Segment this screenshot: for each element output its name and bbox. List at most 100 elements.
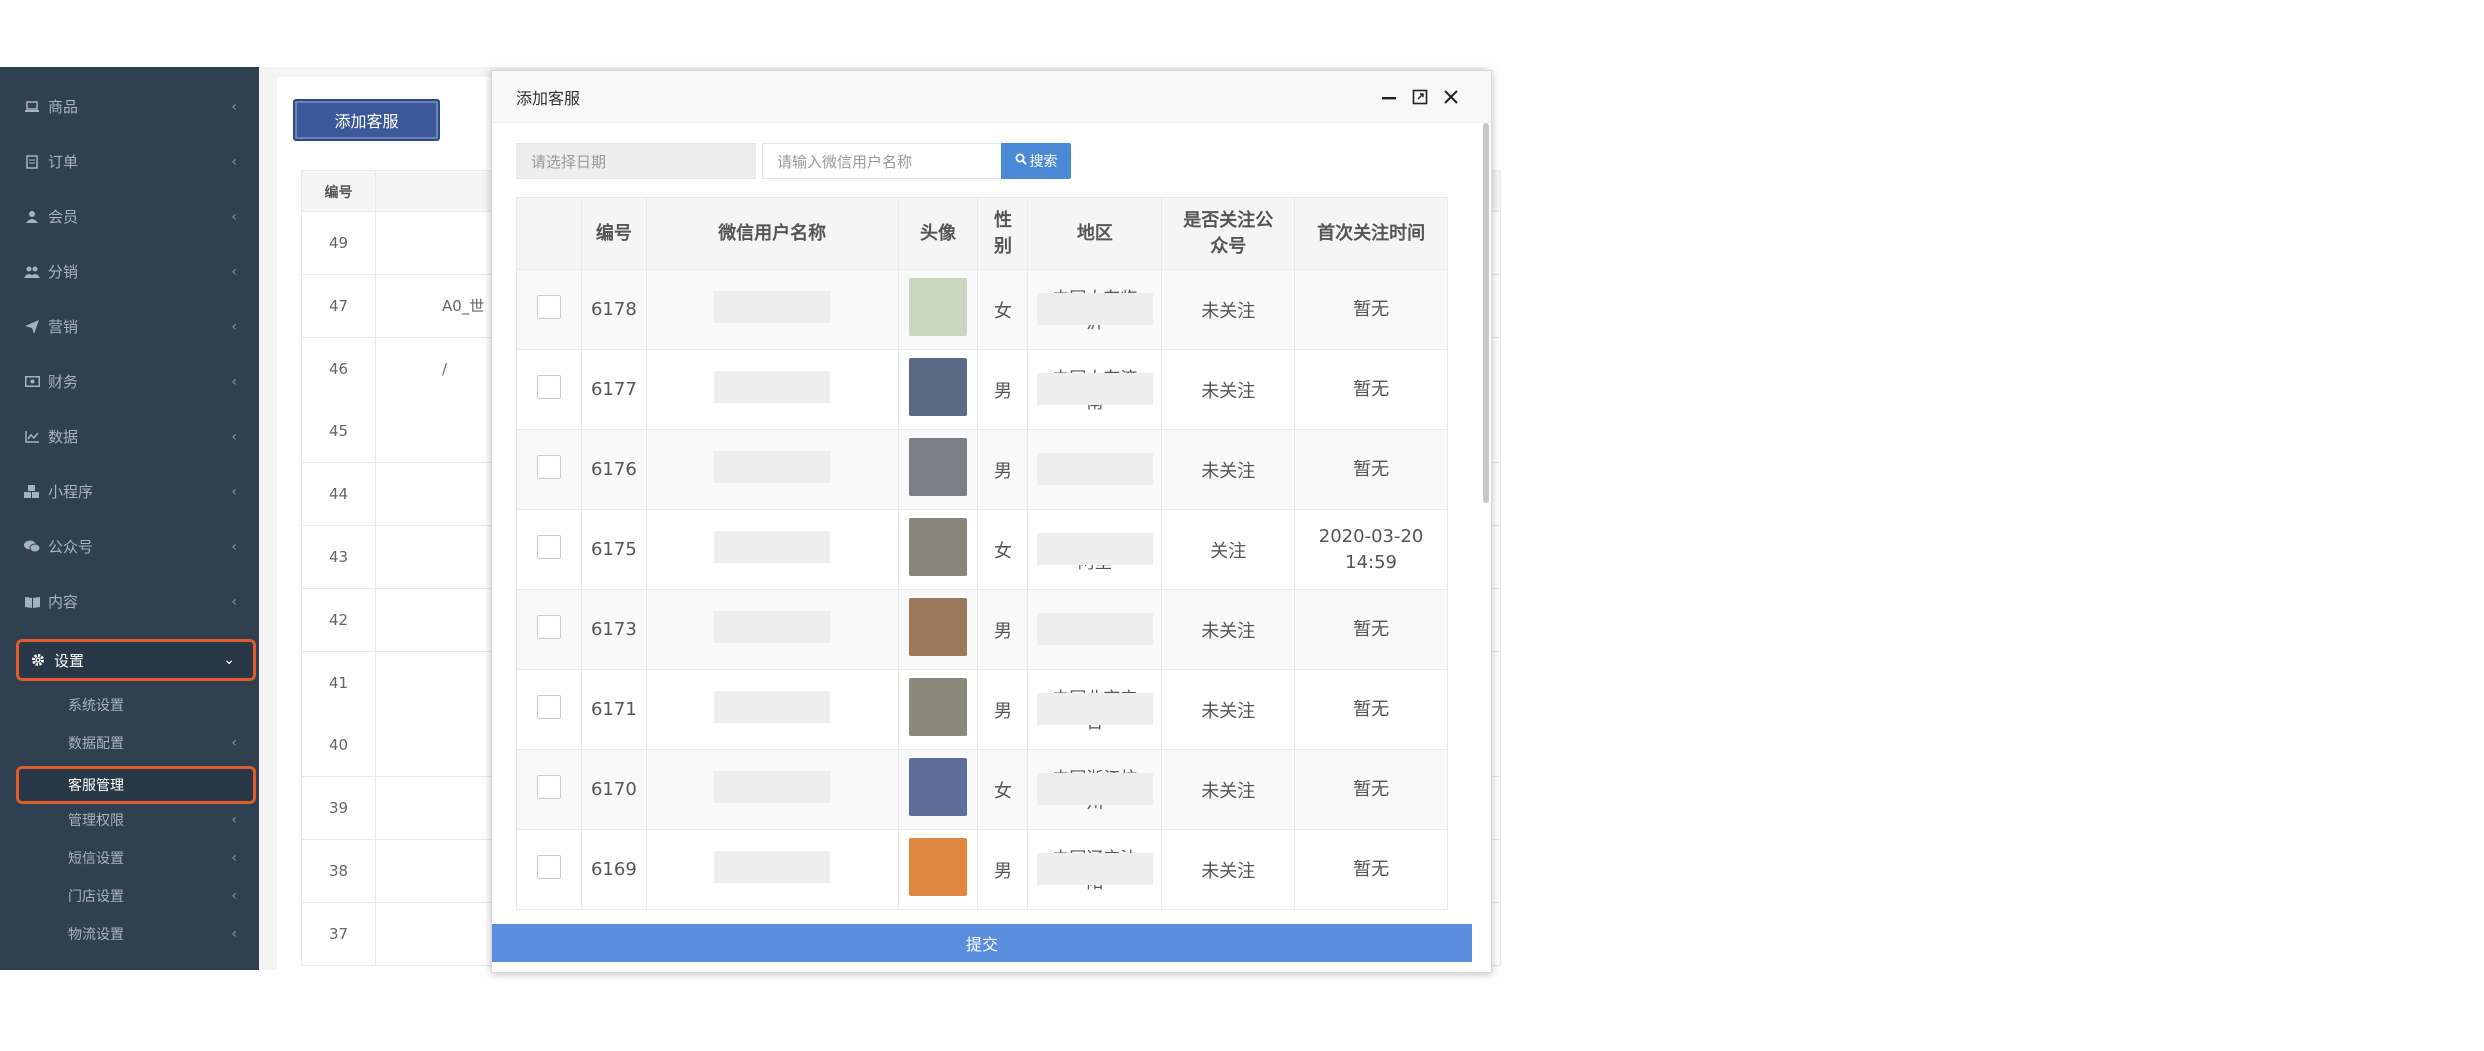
col-header-region: 地区 xyxy=(1027,197,1163,270)
sidebar-item-distribution[interactable]: 分销 ‹ xyxy=(0,244,259,299)
add-customer-service-button[interactable]: 添加客服 xyxy=(293,99,440,141)
sidebar-subitem-logistics-settings[interactable]: 物流设置 ‹ xyxy=(0,915,259,953)
row-checkbox[interactable] xyxy=(536,855,561,879)
table-row[interactable]: 6176 男 未关注 暂无 xyxy=(516,429,1448,510)
bg-row-name: A0_世 xyxy=(442,297,485,316)
row-id: 6177 xyxy=(580,349,647,430)
wechat-icon xyxy=(24,539,40,555)
modal-scrollbar[interactable] xyxy=(1483,123,1489,503)
bg-row-id: 44 xyxy=(302,463,376,526)
wechat-name-cell xyxy=(645,749,899,830)
wechat-name-cell xyxy=(645,509,899,590)
sidebar-item-products[interactable]: 商品 ‹ xyxy=(0,79,259,134)
wechat-name-cell xyxy=(645,349,899,430)
col-header-avatar: 头像 xyxy=(897,197,979,270)
sidebar-item-label: 营销 xyxy=(48,318,79,336)
chevron-left-icon: ‹ xyxy=(231,850,237,866)
avatar xyxy=(909,278,967,336)
bg-row-id: 43 xyxy=(302,526,376,588)
bg-row-id: 49 xyxy=(302,212,376,274)
sidebar-item-label: 内容 xyxy=(48,593,79,611)
chevron-left-icon: ‹ xyxy=(231,812,237,828)
row-id: 6169 xyxy=(580,829,647,910)
row-id: 6175 xyxy=(580,509,647,590)
maximize-icon[interactable] xyxy=(1409,86,1431,108)
table-row[interactable]: 6171 男中国北京丰 台未关注暂无 xyxy=(516,669,1448,750)
row-checkbox[interactable] xyxy=(536,295,561,319)
select-cell xyxy=(516,269,582,350)
avatar xyxy=(909,758,967,816)
redacted-name xyxy=(714,611,831,643)
row-follow-status: 关注 xyxy=(1161,509,1296,590)
submit-button[interactable]: 提交 xyxy=(492,924,1472,962)
wechat-name-cell xyxy=(645,589,899,670)
user-icon xyxy=(24,209,40,225)
table-row[interactable]: 6170 女中国浙江杭 州未关注暂无 xyxy=(516,749,1448,830)
minimize-icon[interactable] xyxy=(1378,86,1400,108)
bg-row-id: 45 xyxy=(302,400,376,463)
table-row[interactable]: 6178 女中国山东临 沂未关注暂无 xyxy=(516,269,1448,350)
row-id: 6176 xyxy=(580,429,647,510)
region-cell: 中国北京丰 台 xyxy=(1027,669,1163,750)
sidebar-item-data[interactable]: 数据 ‹ xyxy=(0,409,259,464)
col-header-select xyxy=(516,197,582,270)
sidebar-item-marketing[interactable]: 营销 ‹ xyxy=(0,299,259,354)
avatar-cell xyxy=(897,829,979,910)
chevron-left-icon: ‹ xyxy=(231,593,237,610)
sidebar-subitem-customer-service[interactable]: 客服管理 xyxy=(16,766,256,804)
table-row[interactable]: 6173 男 未关注 暂无 xyxy=(516,589,1448,670)
row-follow-status: 未关注 xyxy=(1161,349,1296,430)
close-icon[interactable] xyxy=(1440,86,1462,108)
book-icon xyxy=(24,594,40,610)
redacted-name xyxy=(714,531,831,563)
sidebar-item-official-account[interactable]: 公众号 ‹ xyxy=(0,519,259,574)
redacted-name xyxy=(714,371,831,403)
search-button[interactable]: 搜索 xyxy=(1001,143,1071,179)
row-id: 6171 xyxy=(580,669,647,750)
users-icon xyxy=(24,264,40,280)
sidebar-subitem-store-settings[interactable]: 门店设置 ‹ xyxy=(0,877,259,915)
sidebar-item-mini-program[interactable]: 小程序 ‹ xyxy=(0,464,259,519)
chevron-left-icon: ‹ xyxy=(231,153,237,170)
region-cell: 中国浙江杭 州 xyxy=(1027,749,1163,830)
row-checkbox[interactable] xyxy=(536,615,561,639)
sidebar-item-orders[interactable]: 订单 ‹ xyxy=(0,134,259,189)
select-cell xyxy=(516,509,582,590)
table-header-row: 编号 微信用户名称 头像 性别 地区 是否关注公众号 首次关注时间 xyxy=(516,197,1448,270)
sidebar-subitem-admin-permissions[interactable]: 管理权限 ‹ xyxy=(0,801,259,839)
chevron-down-icon: ⌄ xyxy=(223,652,235,668)
table-row[interactable]: 6175 女 阿里关注2020-03-20 14:59 xyxy=(516,509,1448,590)
region-redaction xyxy=(1036,693,1153,725)
row-gender: 女 xyxy=(977,749,1029,830)
sidebar-item-members[interactable]: 会员 ‹ xyxy=(0,189,259,244)
col-header-id: 编号 xyxy=(580,197,647,270)
region-redaction xyxy=(1036,853,1153,885)
row-id: 6173 xyxy=(580,589,647,670)
sidebar-item-content[interactable]: 内容 ‹ xyxy=(0,574,259,629)
row-checkbox[interactable] xyxy=(536,455,561,479)
screen: 商品 ‹ 订单 ‹ 会员 ‹ 分销 ‹ 营销 ‹ 财务 ‹ 数据 ‹ 小程序 ‹… xyxy=(0,0,2484,1051)
col-header-gender: 性别 xyxy=(977,197,1029,270)
row-checkbox[interactable] xyxy=(536,695,561,719)
row-first-follow-time: 2020-03-20 14:59 xyxy=(1294,509,1448,590)
row-follow-status: 未关注 xyxy=(1161,749,1296,830)
sidebar-item-settings[interactable]: 设置 ⌄ xyxy=(16,639,256,681)
row-checkbox[interactable] xyxy=(536,375,561,399)
avatar xyxy=(909,838,967,896)
sidebar-item-finance[interactable]: 财务 ‹ xyxy=(0,354,259,409)
search-icon xyxy=(1015,153,1027,169)
sidebar-subitem-data-config[interactable]: 数据配置 ‹ xyxy=(0,724,259,762)
sidebar-item-label: 商品 xyxy=(48,98,79,116)
date-picker-input[interactable]: 请选择日期 xyxy=(516,143,756,179)
wechat-name-search-input[interactable]: 请输入微信用户名称 xyxy=(762,143,1002,179)
money-icon xyxy=(24,374,40,390)
row-checkbox[interactable] xyxy=(536,535,561,559)
add-customer-service-modal: 添加客服 请选择日期 请输入微信用户名称 搜索 编号 微信用户名称 头像 性别 … xyxy=(491,70,1492,973)
sidebar-subitem-system-settings[interactable]: 系统设置 xyxy=(0,686,259,724)
sidebar-subitem-sms-settings[interactable]: 短信设置 ‹ xyxy=(0,839,259,877)
row-checkbox[interactable] xyxy=(536,775,561,799)
table-row[interactable]: 6177 男中国山东济 南未关注暂无 xyxy=(516,349,1448,430)
row-gender: 男 xyxy=(977,349,1029,430)
table-row[interactable]: 6169 男中国辽宁沈 阳未关注暂无 xyxy=(516,829,1448,910)
region: 中国浙江杭 州 xyxy=(1036,767,1153,813)
